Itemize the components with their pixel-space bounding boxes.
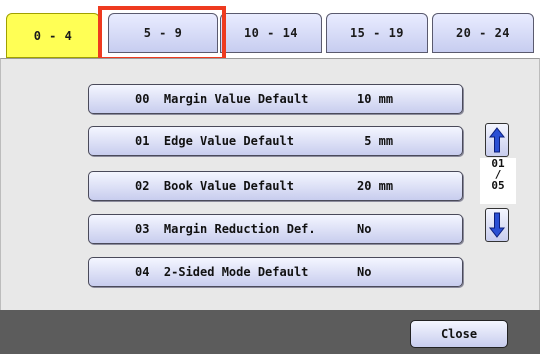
tab-label: 15 - 19 bbox=[349, 26, 405, 40]
setting-label: 02 Book Value Default bbox=[135, 179, 294, 193]
page-indicator: 01 / 05 bbox=[480, 158, 516, 204]
bottom-bar: Close bbox=[0, 310, 540, 354]
arrow-up-icon bbox=[489, 127, 505, 153]
setting-value: No bbox=[357, 222, 372, 236]
tab-label: 20 - 24 bbox=[455, 26, 511, 40]
setting-label: 04 2-Sided Mode Default bbox=[135, 265, 309, 279]
setting-value: 10 mm bbox=[357, 92, 394, 106]
tab-label: 10 - 14 bbox=[243, 26, 299, 40]
setting-row-book-value[interactable]: 02 Book Value Default 20 mm bbox=[88, 171, 463, 201]
tab-label: 5 - 9 bbox=[143, 26, 183, 40]
close-button[interactable]: Close bbox=[410, 320, 508, 348]
tab-label: 0 - 4 bbox=[33, 28, 73, 43]
tab-5-9[interactable]: 5 - 9 bbox=[108, 13, 218, 53]
setting-row-2-sided-mode[interactable]: 04 2-Sided Mode Default No bbox=[88, 257, 463, 287]
page-total: 05 bbox=[491, 179, 505, 192]
setting-label: 01 Edge Value Default bbox=[135, 134, 294, 148]
scroll-up-button[interactable] bbox=[485, 123, 509, 157]
arrow-down-icon bbox=[489, 212, 505, 238]
setting-row-edge-value[interactable]: 01 Edge Value Default 5 mm bbox=[88, 126, 463, 156]
tab-0-4[interactable]: 0 - 4 bbox=[6, 13, 100, 58]
setting-row-margin-reduction[interactable]: 03 Margin Reduction Def. No bbox=[88, 214, 463, 244]
tab-15-19[interactable]: 15 - 19 bbox=[326, 13, 428, 53]
setting-value: 5 mm bbox=[357, 134, 394, 148]
tab-10-14[interactable]: 10 - 14 bbox=[220, 13, 322, 53]
setting-value: No bbox=[357, 265, 372, 279]
setting-row-margin-value[interactable]: 00 Margin Value Default 10 mm bbox=[88, 84, 463, 114]
setting-label: 03 Margin Reduction Def. bbox=[135, 222, 316, 236]
scroll-down-button[interactable] bbox=[485, 208, 509, 242]
setting-value: 20 mm bbox=[357, 179, 394, 193]
tab-bar: 0 - 4 5 - 9 10 - 14 15 - 19 20 - 24 bbox=[0, 0, 540, 61]
close-label: Close bbox=[440, 327, 478, 341]
settings-list-panel: 00 Margin Value Default 10 mm 01 Edge Va… bbox=[0, 58, 540, 310]
tab-20-24[interactable]: 20 - 24 bbox=[432, 13, 534, 53]
setting-label: 00 Margin Value Default bbox=[135, 92, 309, 106]
settings-screen: 0 - 4 5 - 9 10 - 14 15 - 19 20 - 24 00 M… bbox=[0, 0, 540, 354]
